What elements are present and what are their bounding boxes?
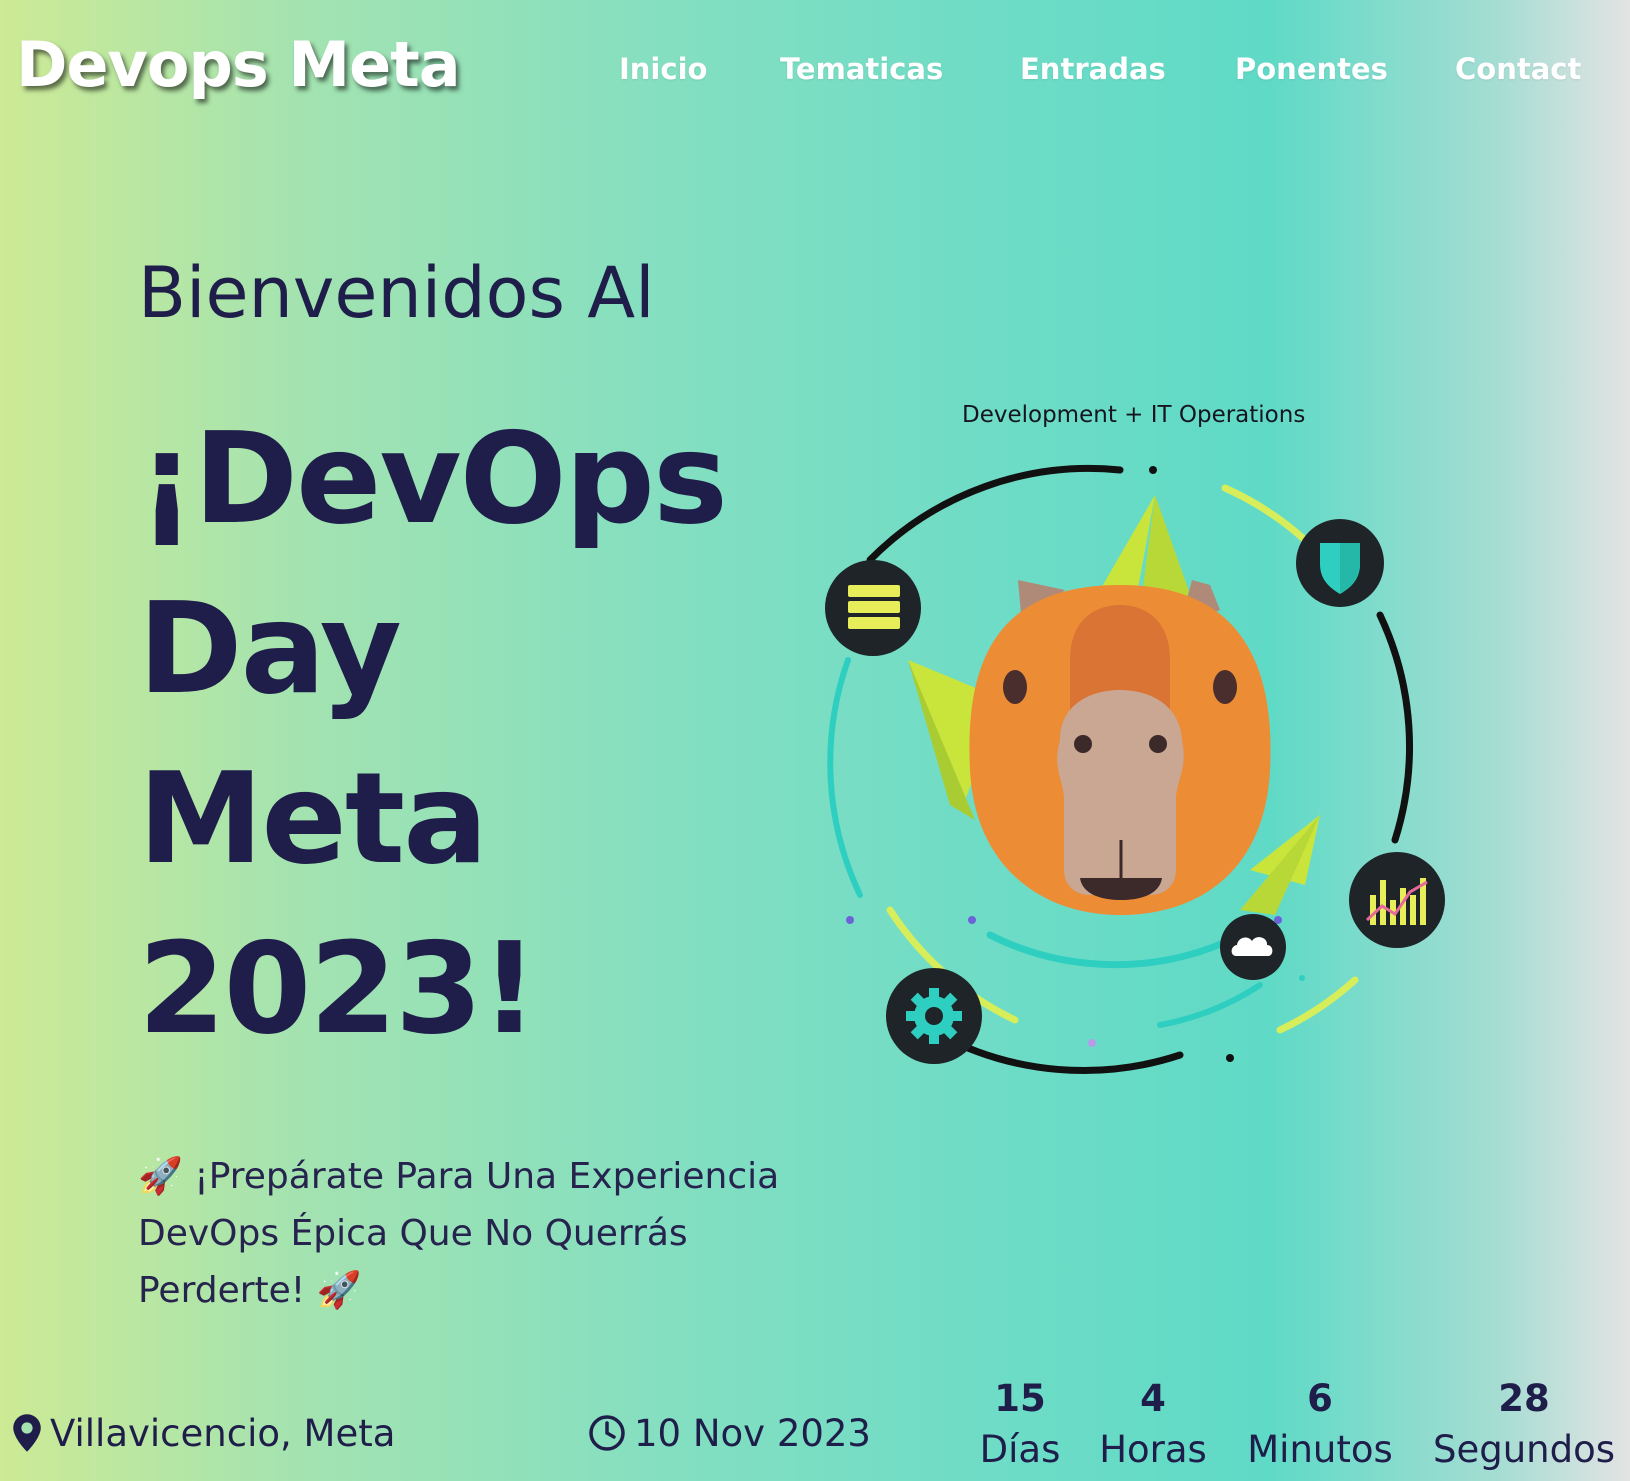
countdown-hours-label: Horas — [1099, 1428, 1207, 1471]
event-title-line-2: Day — [138, 575, 402, 722]
countdown-timer: 15 Días 4 Horas 6 Minutos 28 Segundos — [0, 1376, 1630, 1481]
gear-icon — [886, 968, 982, 1064]
shield-icon — [1296, 519, 1384, 607]
countdown-days: 15 Días — [980, 1376, 1061, 1478]
countdown-days-value: 15 — [994, 1377, 1046, 1420]
countdown-seconds-value: 28 — [1498, 1377, 1550, 1420]
countdown-seconds: 28 Segundos — [1433, 1376, 1615, 1478]
event-tagline: 🚀 ¡Prepárate Para Una Experiencia DevOps… — [138, 1148, 818, 1319]
countdown-minutes: 6 Minutos — [1247, 1376, 1393, 1478]
nav-link-ponentes[interactable]: Ponentes — [1235, 52, 1388, 86]
nav-link-contact[interactable]: Contact — [1455, 52, 1581, 86]
countdown-hours: 4 Horas — [1099, 1376, 1207, 1478]
event-title-line-4: 2023! — [138, 915, 538, 1062]
main-nav: Inicio Tematicas Entradas Ponentes Conta… — [0, 52, 1630, 92]
server-stack-icon — [825, 560, 921, 656]
nav-link-inicio[interactable]: Inicio — [619, 52, 707, 86]
welcome-heading: Bienvenidos Al — [138, 252, 655, 334]
countdown-days-label: Días — [979, 1428, 1061, 1471]
tagline-line-3: Perderte! 🚀 — [138, 1270, 362, 1311]
countdown-hours-value: 4 — [1140, 1377, 1166, 1420]
nav-link-tematicas[interactable]: Tematicas — [780, 52, 943, 86]
tagline-line-2: DevOps Épica Que No Querrás — [138, 1213, 688, 1254]
capybara-mascot — [908, 495, 1320, 915]
countdown-seconds-label: Segundos — [1432, 1428, 1616, 1471]
devops-illustration — [825, 464, 1445, 1074]
countdown-minutes-label: Minutos — [1247, 1428, 1393, 1471]
nav-link-entradas[interactable]: Entradas — [1020, 52, 1166, 86]
bar-chart-icon — [1349, 852, 1445, 948]
countdown-minutes-value: 6 — [1307, 1377, 1333, 1420]
illustration-caption: Development + IT Operations — [962, 402, 1306, 428]
tagline-line-1: 🚀 ¡Prepárate Para Una Experiencia — [138, 1156, 780, 1197]
event-title-line-1: ¡DevOps — [138, 405, 728, 552]
event-title-line-3: Meta — [138, 745, 488, 892]
cloud-icon — [1220, 914, 1286, 980]
